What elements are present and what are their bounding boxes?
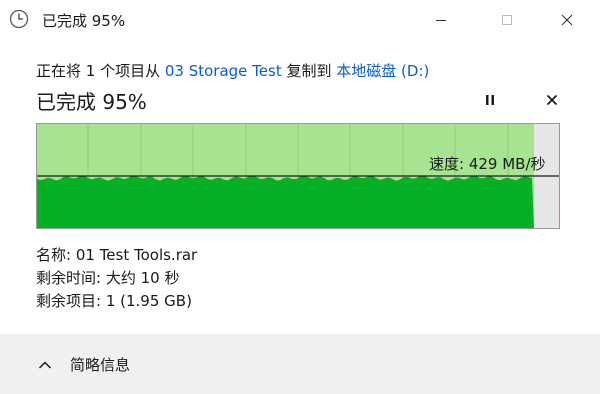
- minimize-icon: [436, 19, 446, 21]
- footer: 简略信息: [0, 334, 600, 394]
- minimize-button[interactable]: [418, 0, 464, 40]
- close-window-icon: [561, 11, 573, 30]
- fewer-details-label: 简略信息: [70, 355, 131, 374]
- speed-label: 速度: 429 MB/秒: [429, 155, 546, 173]
- source-link[interactable]: 03 Storage Test: [165, 62, 282, 80]
- file-name: 名称: 01 Test Tools.rar: [36, 246, 198, 264]
- copy-description: 正在将 1 个项目从 03 Storage Test 复制到 本地磁盘 (D:): [36, 60, 429, 81]
- close-icon: [546, 91, 558, 110]
- copy-prefix: 正在将 1 个项目从: [36, 62, 165, 80]
- chevron-up-icon: [38, 355, 52, 374]
- transfer-details: 名称: 01 Test Tools.rar 剩余时间: 大约 10 秒 剩余项目…: [36, 244, 197, 313]
- pause-button[interactable]: [476, 88, 504, 112]
- graph-throughput-area: [36, 175, 534, 229]
- destination-link[interactable]: 本地磁盘 (D:): [336, 62, 429, 80]
- maximize-button[interactable]: [484, 0, 530, 40]
- cancel-button[interactable]: [540, 88, 564, 112]
- speed-graph-svg: [36, 123, 560, 229]
- fewer-details-button[interactable]: 简略信息: [38, 354, 130, 374]
- speed-graph: [36, 123, 560, 229]
- items-remaining: 剩余项目: 1 (1.95 GB): [36, 292, 192, 310]
- time-remaining: 剩余时间: 大约 10 秒: [36, 269, 180, 287]
- copy-middle: 复制到: [281, 62, 337, 80]
- pause-icon: [485, 91, 495, 110]
- progress-title: 已完成 95%: [36, 90, 147, 114]
- close-window-button[interactable]: [544, 0, 590, 40]
- title-bar: 已完成 95%: [0, 0, 600, 40]
- clock-icon: [9, 9, 29, 29]
- window-title: 已完成 95%: [42, 12, 126, 30]
- maximize-icon: [502, 15, 512, 25]
